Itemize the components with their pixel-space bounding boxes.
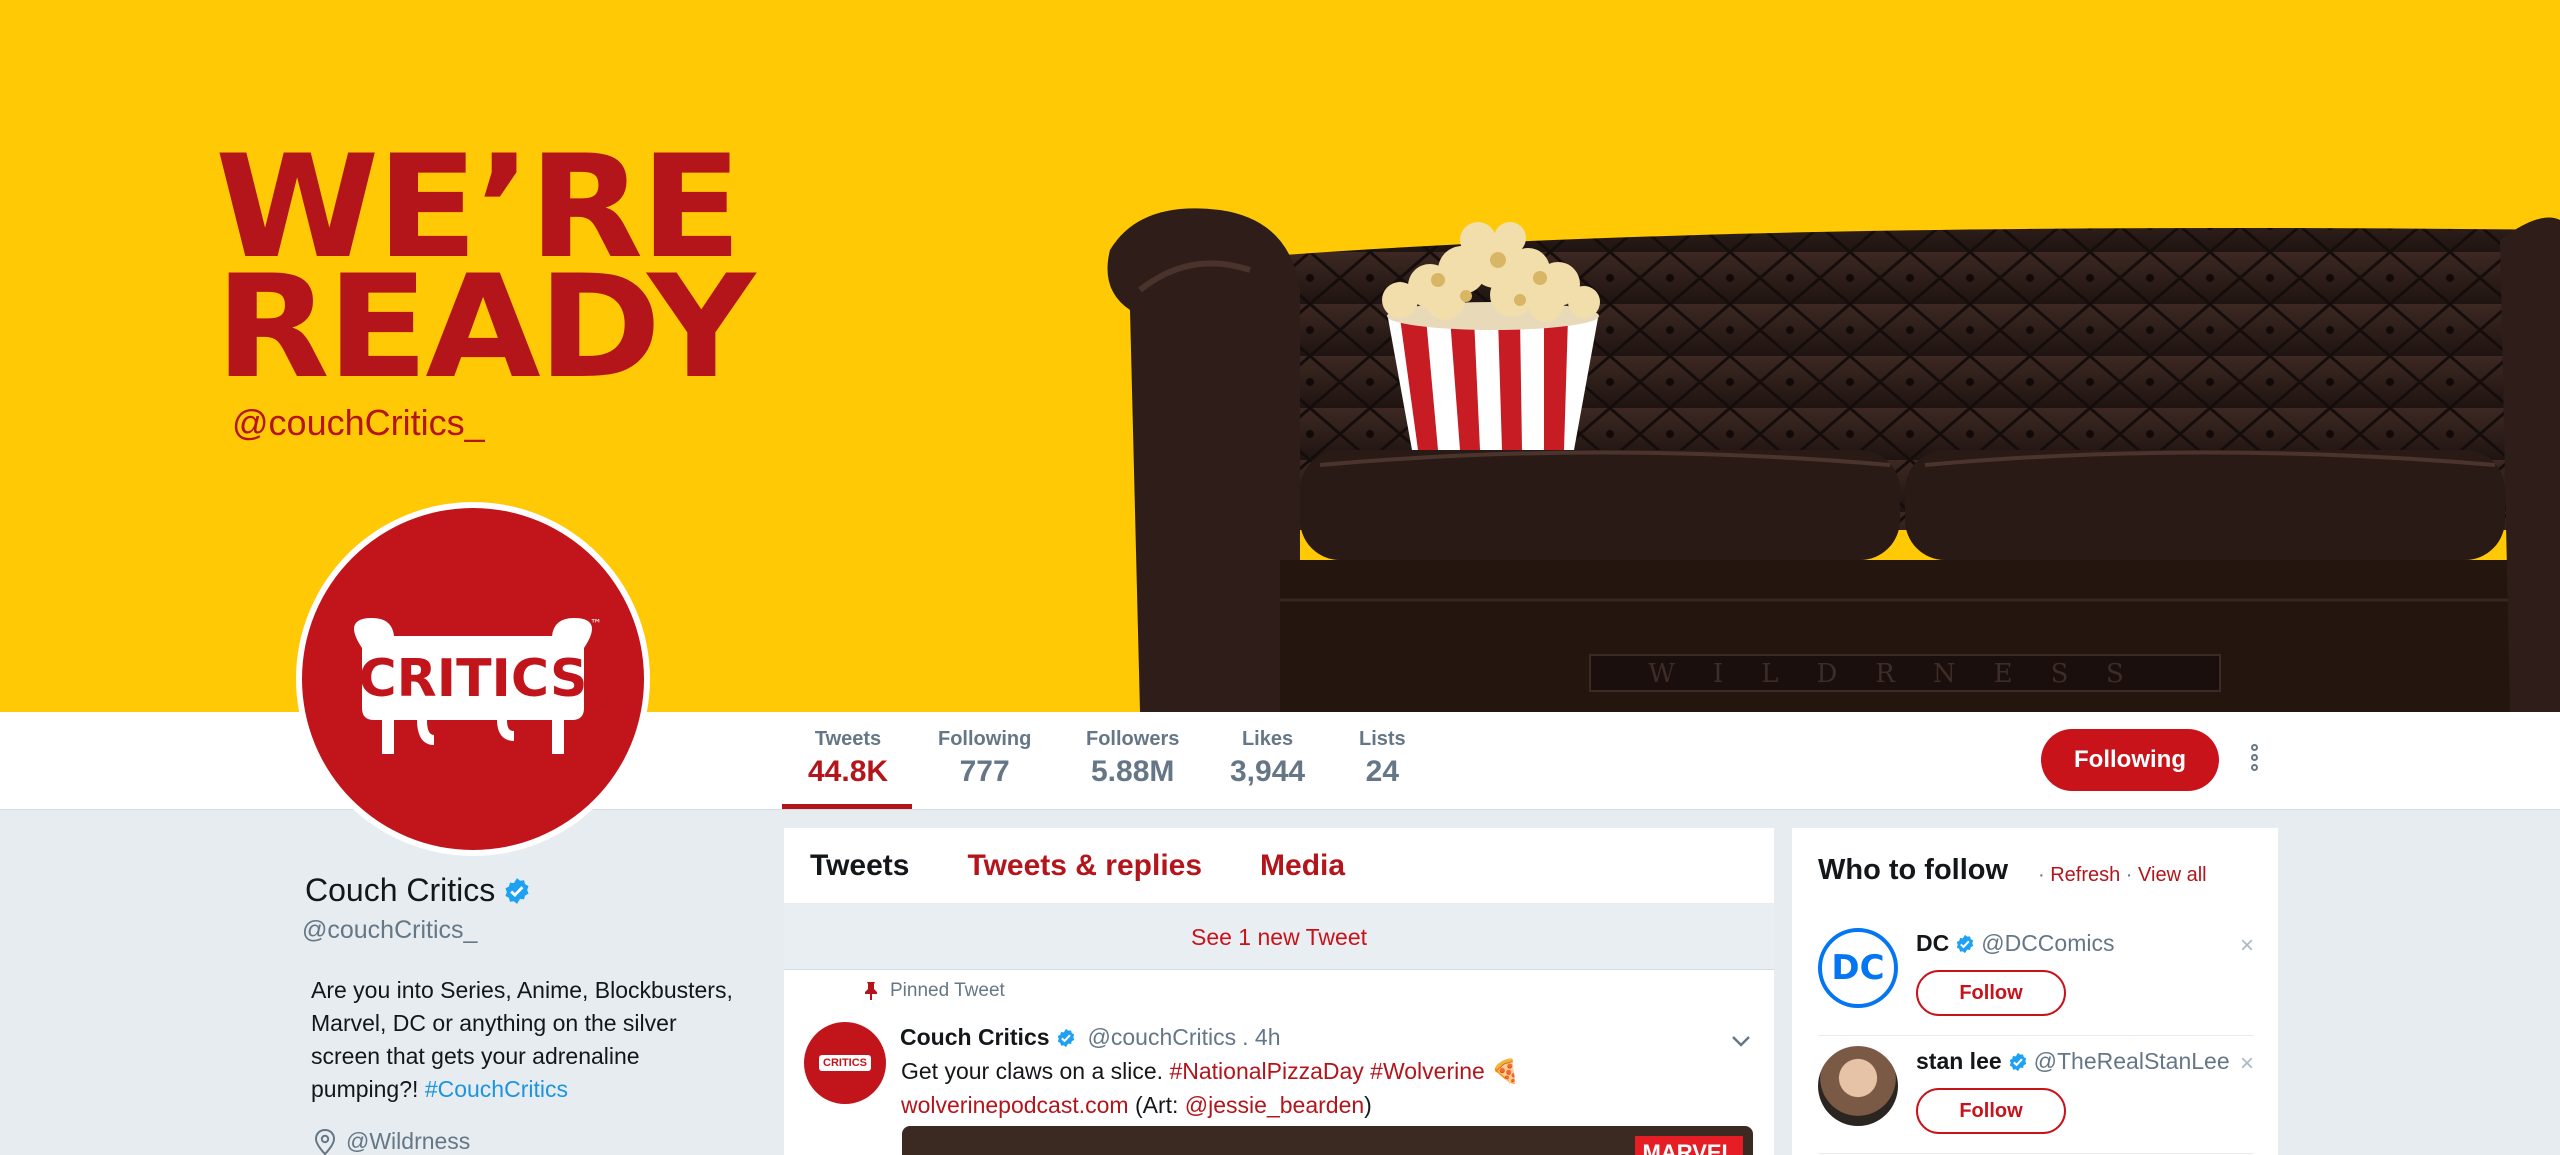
who-to-follow-links: · Refresh · View all — [2038, 864, 2207, 887]
url-link[interactable]: wolverinepodcast.com — [901, 1092, 1129, 1118]
timeline: Tweets Tweets & replies Media See 1 new … — [784, 828, 1774, 1155]
profile-avatar[interactable]: CRITICS ™ — [296, 502, 650, 856]
separator: · — [2120, 864, 2139, 886]
bio-hashtag-link[interactable]: #CouchCritics — [425, 1076, 568, 1102]
couch-logo-icon: CRITICS ™ — [354, 617, 602, 754]
profile-name[interactable]: Couch Critics — [305, 872, 495, 909]
dismiss-icon[interactable]: × — [2240, 932, 2254, 960]
tab-tweets[interactable]: Tweets — [810, 849, 909, 883]
stat-label: Likes — [1241, 728, 1294, 750]
pizza-emoji: 🍕 — [1491, 1058, 1520, 1084]
banner-slogan: WE’RE READY — [215, 137, 755, 410]
tweet-avatar-badge: CRITICS — [819, 1055, 871, 1071]
follow-button[interactable]: Follow — [1916, 970, 2066, 1016]
active-stat-indicator — [782, 804, 912, 809]
art-suffix: ) — [1364, 1092, 1372, 1118]
dismiss-icon[interactable]: × — [2240, 1050, 2254, 1078]
verified-badge-icon — [1956, 934, 1974, 953]
tweet-avatar[interactable]: CRITICS — [804, 1022, 886, 1104]
suggestion-name[interactable]: stan lee — [1916, 1048, 2002, 1075]
suggestion-handle[interactable]: @DCComics — [1981, 930, 2114, 957]
banner-slogan-line2: READY — [215, 245, 755, 410]
profile-location: @Wildrness — [314, 1128, 470, 1155]
following-button[interactable]: Following — [2041, 729, 2219, 791]
hashtag-link[interactable]: #NationalPizzaDay — [1169, 1058, 1363, 1084]
stat-lists[interactable]: Lists 24 — [1359, 728, 1406, 789]
stat-tweets[interactable]: Tweets 44.8K — [808, 728, 888, 789]
suggestion-item: DC DC @DCComics Follow × — [1818, 918, 2254, 1036]
profile-bio: Are you into Series, Anime, Blockbusters… — [311, 974, 751, 1106]
tweet-author-name[interactable]: Couch Critics — [900, 1024, 1050, 1051]
stat-followers[interactable]: Followers 5.88M — [1086, 728, 1179, 789]
art-prefix: (Art: — [1128, 1092, 1185, 1118]
verified-badge-icon — [1057, 1028, 1074, 1047]
tweet-timestamp[interactable]: . 4h — [1242, 1024, 1280, 1051]
more-options-icon[interactable] — [2246, 744, 2262, 778]
critics-logo: CRITICS ™ — [302, 508, 644, 850]
stat-value: 777 — [959, 755, 1010, 788]
dc-logo-text: DC — [1831, 948, 1885, 988]
sofa-illustration: WILDRNESS — [1107, 208, 2560, 712]
tab-media[interactable]: Media — [1260, 849, 1345, 883]
stat-value: 3,944 — [1230, 755, 1306, 788]
sofa-plaque-text: WILDRNESS — [1648, 659, 2162, 689]
stat-value: 5.88M — [1090, 755, 1175, 788]
tweet-text: Get your claws on a slice. #NationalPizz… — [901, 1054, 1601, 1122]
stat-label: Followers — [1086, 728, 1180, 750]
view-all-link[interactable]: View all — [2138, 864, 2207, 886]
tweet-author-handle[interactable]: @couchCritics — [1088, 1024, 1237, 1051]
tweet-media[interactable]: MARVEL — [902, 1126, 1753, 1155]
suggestion-name[interactable]: DC — [1916, 930, 1949, 957]
follow-button[interactable]: Follow — [1916, 1088, 2066, 1134]
mention-link[interactable]: @jessie_bearden — [1185, 1092, 1364, 1118]
pinned-label-row: Pinned Tweet — [864, 980, 1005, 1002]
verified-badge-icon — [2009, 1052, 2026, 1071]
pinned-tweet[interactable]: Pinned Tweet CRITICS Couch Critics @couc… — [784, 970, 1774, 1155]
stat-likes[interactable]: Likes 3,944 — [1230, 728, 1305, 789]
stat-label: Following — [938, 728, 1032, 750]
tweet-header: Couch Critics @couchCritics . 4h — [900, 1024, 1281, 1051]
avatar-logo-text: CRITICS — [359, 649, 588, 709]
banner-handle: @couchCritics_ — [232, 402, 485, 443]
stat-value: 24 — [1365, 755, 1400, 788]
pin-icon — [865, 982, 877, 1000]
stat-following[interactable]: Following 777 — [938, 728, 1031, 789]
stat-label: Tweets — [814, 728, 882, 750]
verified-badge-icon — [505, 877, 529, 904]
marvel-logo: MARVEL — [1634, 1136, 1743, 1155]
dc-avatar[interactable]: DC — [1818, 928, 1898, 1008]
who-to-follow-title: Who to follow — [1818, 854, 2009, 886]
suggestion-name-row: DC @DCComics — [1916, 930, 2114, 957]
new-tweet-banner[interactable]: See 1 new Tweet — [784, 904, 1774, 970]
refresh-link[interactable]: Refresh — [2050, 864, 2120, 886]
stan-lee-avatar[interactable] — [1818, 1046, 1898, 1126]
who-to-follow-panel: Who to follow · Refresh · View all DC DC… — [1792, 828, 2278, 1155]
timeline-tabs: Tweets Tweets & replies Media — [784, 828, 1774, 904]
profile-name-row: Couch Critics — [305, 872, 531, 909]
hashtag-link[interactable]: #Wolverine — [1370, 1058, 1485, 1084]
tweet-text-start: Get your claws on a slice. — [901, 1058, 1170, 1084]
stat-value: 44.8K — [808, 755, 889, 788]
tab-tweets-and-replies[interactable]: Tweets & replies — [967, 849, 1202, 883]
location-pin-icon — [314, 1128, 336, 1155]
suggestion-handle[interactable]: @TheRealStanLee — [2034, 1048, 2230, 1075]
suggestion-item: stan lee @TheRealStanLee Follow × — [1818, 1036, 2254, 1154]
trademark-symbol: ™ — [590, 617, 602, 631]
profile-handle: @couchCritics_ — [302, 916, 478, 944]
suggestion-name-row: stan lee @TheRealStanLee — [1916, 1048, 2230, 1075]
stat-label: Lists — [1359, 728, 1406, 750]
pinned-label: Pinned Tweet — [890, 980, 1005, 1001]
chevron-down-icon[interactable] — [1730, 1030, 1752, 1052]
location-text: @Wildrness — [346, 1128, 471, 1154]
separator: · — [2038, 864, 2051, 886]
